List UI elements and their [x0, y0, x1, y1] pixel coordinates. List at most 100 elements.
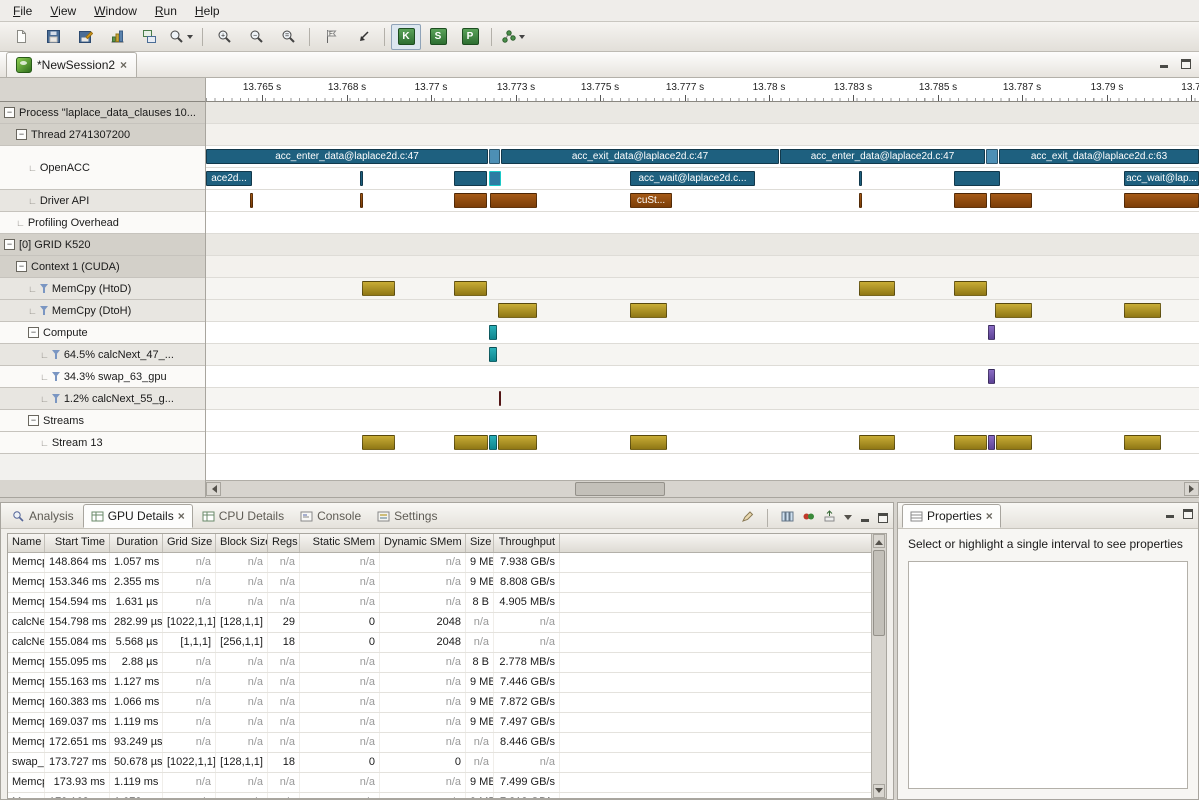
- close-icon[interactable]: ×: [986, 511, 993, 521]
- column-header-dynamic-smem[interactable]: Dynamic SMem: [380, 534, 466, 552]
- table-vscrollbar[interactable]: [871, 534, 886, 798]
- scroll-up-icon[interactable]: [873, 534, 885, 548]
- table-row[interactable]: swap_63_gpu173.727 ms50.678 µs[1022,1,1]…: [8, 753, 871, 773]
- goto-marker-button[interactable]: [348, 24, 378, 50]
- scroll-left-icon[interactable]: [206, 482, 221, 496]
- timeline-interval[interactable]: [996, 435, 1032, 450]
- timeline-interval[interactable]: [1124, 193, 1199, 208]
- timeline-tree-row[interactable]: ∟Driver API: [0, 190, 205, 212]
- scroll-down-icon[interactable]: [873, 784, 885, 798]
- table-row[interactable]: Memcpy148.864 ms1.057 msn/an/an/an/an/a9…: [8, 553, 871, 573]
- timeline-interval[interactable]: acc_wait@laplace2d.c...: [630, 171, 755, 186]
- timeline-interval[interactable]: [859, 281, 895, 296]
- timeline-interval[interactable]: acc_wait@lap...: [1124, 171, 1199, 186]
- timeline-interval[interactable]: [988, 435, 995, 450]
- timeline-interval[interactable]: [489, 325, 497, 340]
- collapse-toggle-icon[interactable]: −: [28, 327, 39, 338]
- column-header-duration[interactable]: Duration: [110, 534, 163, 552]
- collapse-toggle-icon[interactable]: −: [28, 415, 39, 426]
- minimize-icon[interactable]: [860, 513, 870, 523]
- collapse-toggle-icon[interactable]: −: [16, 261, 27, 272]
- table-row[interactable]: Memcpy173.93 ms1.119 msn/an/an/an/an/a9 …: [8, 773, 871, 793]
- timeline-interval[interactable]: [489, 171, 501, 186]
- add-marker-button[interactable]: F: [316, 24, 346, 50]
- minimize-icon[interactable]: [1165, 509, 1175, 519]
- timeline-interval[interactable]: [360, 193, 363, 208]
- collapse-toggle-icon[interactable]: −: [4, 239, 15, 250]
- timeline-interval[interactable]: [454, 435, 488, 450]
- timeline-tree-row[interactable]: ∟1.2% calcNext_55_g...: [0, 388, 205, 410]
- timeline-tree-row[interactable]: −Thread 2741307200: [0, 124, 205, 146]
- column-header-start-time[interactable]: Start Time: [45, 534, 110, 552]
- table-row[interactable]: Memcpy172.651 ms93.249 µsn/an/an/an/an/a…: [8, 733, 871, 753]
- run-analysis-button[interactable]: [498, 24, 528, 50]
- timeline-tree-row[interactable]: ∟64.5% calcNext_47_...: [0, 344, 205, 366]
- dropdown-arrow-icon[interactable]: [519, 35, 525, 42]
- pen-icon[interactable]: [741, 510, 754, 526]
- close-icon[interactable]: ×: [178, 511, 185, 521]
- column-header-grid-size[interactable]: Grid Size: [163, 534, 216, 552]
- menu-help[interactable]: Help: [186, 2, 229, 20]
- timeline-interval[interactable]: [489, 149, 500, 164]
- find-button[interactable]: [166, 24, 196, 50]
- zoom-out-button[interactable]: −: [241, 24, 271, 50]
- timeline-tree-row[interactable]: ∟Profiling Overhead: [0, 212, 205, 234]
- timeline-interval[interactable]: [990, 193, 1032, 208]
- timeline-tree-row[interactable]: ∟OpenACC: [0, 146, 205, 190]
- table-row[interactable]: Memcpy160.383 ms1.066 msn/an/an/an/an/a9…: [8, 693, 871, 713]
- timeline-interval[interactable]: [250, 193, 253, 208]
- timeline-interval[interactable]: [995, 303, 1032, 318]
- timeline-interval[interactable]: acc_enter_data@laplace2d.c:47: [206, 149, 488, 164]
- timeline-tree-row[interactable]: −Context 1 (CUDA): [0, 256, 205, 278]
- timeline-interval[interactable]: acc_exit_data@laplace2d.c:63: [999, 149, 1199, 164]
- timeline-interval[interactable]: [454, 193, 487, 208]
- timeline-interval[interactable]: [362, 435, 395, 450]
- timeline-interval[interactable]: acc_enter_data@laplace2d.c:47: [780, 149, 985, 164]
- menu-file[interactable]: File: [4, 2, 41, 20]
- timeline-interval[interactable]: [499, 391, 501, 406]
- timeline-interval[interactable]: [489, 347, 497, 362]
- timeline-interval[interactable]: [454, 281, 487, 296]
- table-row[interactable]: calcNext154.798 ms282.99 µs[1022,1,1][12…: [8, 613, 871, 633]
- collapse-toggle-icon[interactable]: −: [4, 107, 15, 118]
- timeline-interval[interactable]: [954, 281, 987, 296]
- save-button[interactable]: [38, 24, 68, 50]
- tab-gpu-details[interactable]: GPU Details×: [83, 504, 193, 528]
- timeline-interval[interactable]: [498, 303, 537, 318]
- timeline-interval[interactable]: [986, 149, 998, 164]
- dropdown-arrow-icon[interactable]: [187, 35, 193, 42]
- compare-sessions-button[interactable]: [134, 24, 164, 50]
- close-icon[interactable]: ×: [120, 60, 127, 70]
- timeline-interval[interactable]: [988, 325, 995, 340]
- collapse-toggle-icon[interactable]: −: [16, 129, 27, 140]
- tab-cpu-details[interactable]: CPU Details: [195, 504, 291, 528]
- timeline-tree-row[interactable]: −Process "laplace_data_clauses 10...: [0, 102, 205, 124]
- timeline-tree-row[interactable]: ∟34.3% swap_63_gpu: [0, 366, 205, 388]
- timeline-interval[interactable]: ace2d...: [206, 171, 252, 186]
- tab-console[interactable]: Console: [293, 504, 368, 528]
- tab-session[interactable]: *NewSession2 ×: [6, 52, 137, 77]
- menu-view[interactable]: View: [41, 2, 85, 20]
- column-header-block-size[interactable]: Block Size: [216, 534, 268, 552]
- column-header-throughput[interactable]: Throughput: [494, 534, 560, 552]
- menu-window[interactable]: Window: [85, 2, 146, 20]
- column-header-size[interactable]: Size: [466, 534, 494, 552]
- maximize-icon[interactable]: [1183, 509, 1193, 519]
- timeline-tree-row[interactable]: ∟Stream 13: [0, 432, 205, 454]
- minimize-icon[interactable]: [1159, 59, 1169, 69]
- timeline-tree-row[interactable]: −Compute: [0, 322, 205, 344]
- hscroll-thumb[interactable]: [575, 482, 665, 496]
- timeline-tree-row[interactable]: −[0] GRID K520: [0, 234, 205, 256]
- timeline-interval[interactable]: [490, 193, 537, 208]
- export-icon[interactable]: [823, 510, 836, 526]
- columns-icon[interactable]: [781, 510, 794, 526]
- maximize-icon[interactable]: [1181, 59, 1191, 69]
- vscroll-thumb[interactable]: [873, 550, 885, 636]
- timeline-tree-row[interactable]: ∟MemCpy (HtoD): [0, 278, 205, 300]
- timeline-interval[interactable]: acc_exit_data@laplace2d.c:47: [501, 149, 779, 164]
- timeline-tree-row[interactable]: −Streams: [0, 410, 205, 432]
- timeline-tree-row[interactable]: ∟MemCpy (DtoH): [0, 300, 205, 322]
- kernel-toggle-button[interactable]: K: [391, 24, 421, 50]
- timeline-interval[interactable]: [954, 193, 987, 208]
- scroll-right-icon[interactable]: [1184, 482, 1199, 496]
